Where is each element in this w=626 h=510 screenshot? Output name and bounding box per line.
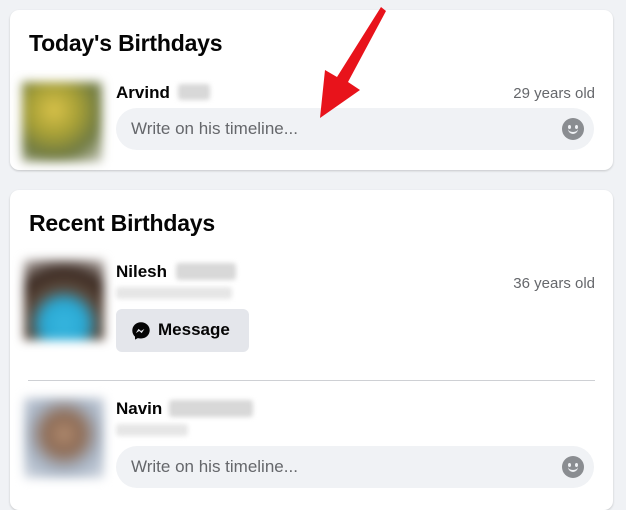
timeline-post-input[interactable] (116, 446, 561, 488)
emoji-icon[interactable] (562, 118, 584, 140)
emoji-icon[interactable] (562, 456, 584, 478)
recent-birthdays-card: Recent Birthdays Nilesh 36 years old Mes… (10, 190, 613, 510)
avatar[interactable] (24, 260, 104, 340)
avatar[interactable] (24, 398, 104, 478)
redacted-surname (176, 263, 236, 280)
age-label: 36 years old (513, 275, 595, 292)
recent-birthdays-title: Recent Birthdays (29, 210, 215, 236)
todays-birthdays-title: Today's Birthdays (29, 30, 223, 56)
redacted-surname (178, 84, 210, 100)
todays-birthdays-card: Today's Birthdays Arvind 29 years old (10, 10, 613, 170)
person-name-navin[interactable]: Navin (116, 399, 162, 419)
messenger-icon (132, 322, 150, 340)
timeline-composer[interactable] (116, 446, 594, 488)
timeline-post-input[interactable] (116, 108, 561, 150)
person-name-nilesh[interactable]: Nilesh (116, 262, 167, 282)
divider (28, 380, 595, 381)
redacted-birthdate (116, 424, 188, 436)
redacted-birthdate (116, 287, 232, 299)
avatar[interactable] (22, 82, 102, 162)
person-name-arvind[interactable]: Arvind (116, 83, 170, 103)
message-button[interactable]: Message (116, 309, 249, 352)
timeline-composer[interactable] (116, 108, 594, 150)
age-label: 29 years old (513, 85, 595, 102)
message-button-label: Message (158, 320, 230, 339)
redacted-surname (169, 400, 253, 417)
